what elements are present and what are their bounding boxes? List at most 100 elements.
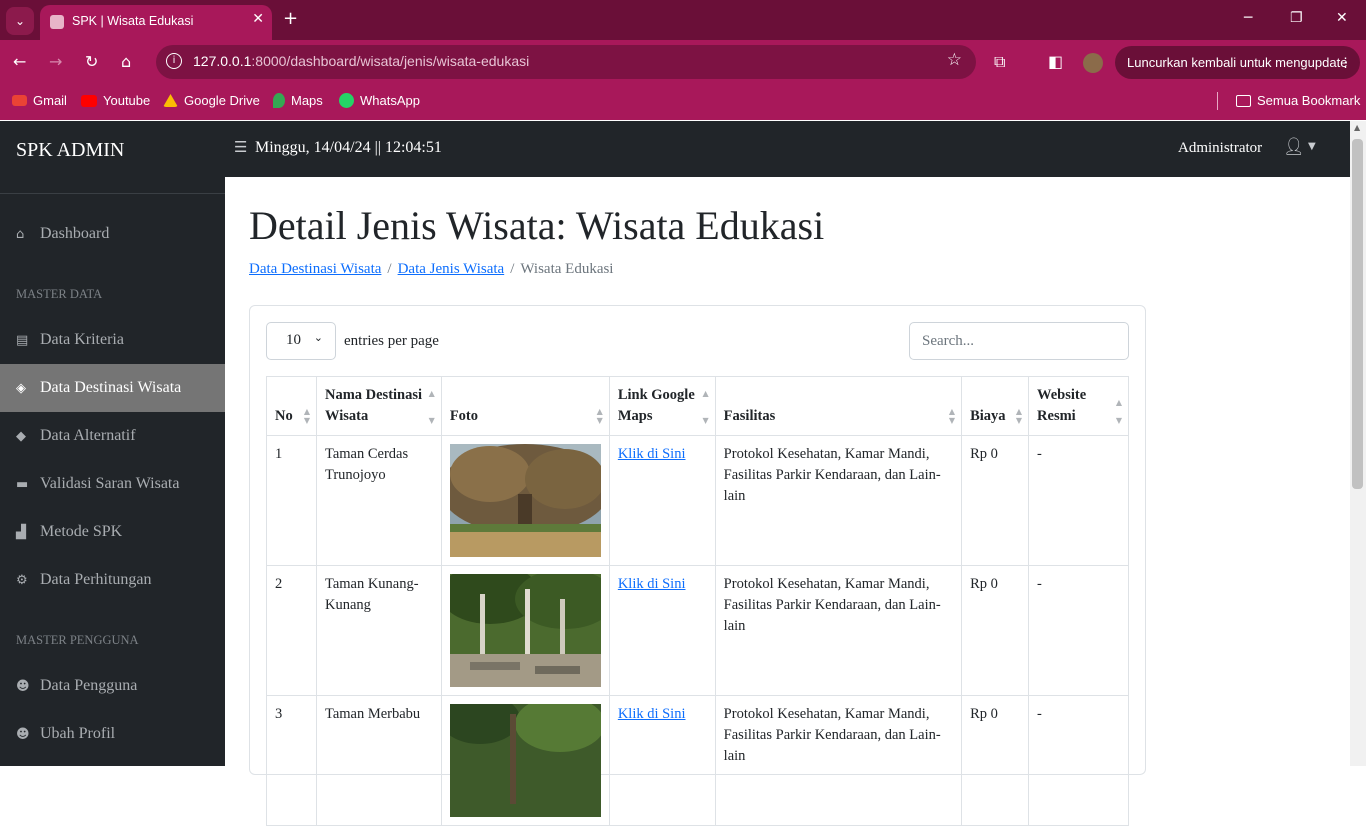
column-header-nama[interactable]: Nama Destinasi Wisata ▲ ▼	[315, 376, 442, 436]
column-header-website[interactable]: Website Resmi ▲ ▼	[1028, 376, 1129, 436]
relaunch-label: Luncurkan kembali untuk mengupdate	[1127, 55, 1348, 70]
site-info-icon[interactable]: i	[166, 53, 182, 69]
cell-facilities: Protokol Kesehatan, Kamar Mandi, Fasilit…	[714, 565, 963, 696]
forward-arrow-icon[interactable]: →	[49, 52, 62, 71]
new-tab-plus-icon[interactable]: +	[283, 8, 298, 29]
home-icon[interactable]: ⌂	[121, 52, 131, 71]
table-row: 2 Taman Kunang-Kunang Klik di Sini Proto…	[266, 565, 1129, 696]
cell-name: Taman Kunang-Kunang	[315, 565, 442, 696]
entries-per-page-label: entries per page	[344, 333, 439, 349]
search-input[interactable]	[909, 322, 1129, 360]
sort-icon: ▲ ▼	[596, 407, 603, 425]
chart-bars-icon: ▟	[16, 524, 26, 540]
maps-link[interactable]: Klik di Sini	[618, 706, 686, 722]
sidebar-item-data-destinasi-wisata[interactable]: ◈ Data Destinasi Wisata	[0, 364, 225, 412]
cell-link: Klik di Sini	[608, 565, 716, 696]
column-header-biaya[interactable]: Biaya ▲ ▼	[961, 376, 1030, 436]
destination-photo	[449, 704, 601, 817]
address-url[interactable]: 127.0.0.1:8000/dashboard/wisata/jenis/wi…	[193, 53, 529, 69]
breadcrumb-link-data-jenis-wisata[interactable]: Data Jenis Wisata	[398, 261, 505, 277]
cell-no: 2	[266, 565, 317, 696]
browser-tab[interactable]: SPK | Wisata Edukasi ✕	[40, 5, 272, 40]
entries-per-page-select[interactable]: 10 ⌄	[266, 322, 336, 360]
datetime-display: Minggu, 14/04/24 || 12:04:51	[255, 139, 442, 156]
cell-no: 1	[266, 435, 317, 566]
bookmark-google-drive[interactable]: Google Drive	[163, 93, 260, 108]
page-title: Detail Jenis Wisata: Wisata Edukasi	[249, 203, 825, 248]
sidebar-item-validasi-saran-wisata[interactable]: ▬ Validasi Saran Wisata	[0, 460, 225, 508]
reload-icon[interactable]: ↻	[85, 52, 98, 71]
breadcrumb-separator: /	[387, 261, 392, 277]
breadcrumb-link-data-destinasi-wisata[interactable]: Data Destinasi Wisata	[249, 261, 381, 277]
top-navbar: ☰ Minggu, 14/04/24 || 12:04:51 Administr…	[225, 121, 1350, 177]
sort-icon: ▲ ▼	[428, 389, 435, 425]
restore-icon[interactable]: ❐	[1290, 10, 1303, 26]
breadcrumb-current: Wisata Edukasi	[520, 261, 614, 277]
column-header-foto[interactable]: Foto ▲ ▼	[440, 376, 610, 436]
breadcrumb-separator: /	[510, 261, 515, 277]
cell-cost: Rp 0	[961, 435, 1030, 566]
bookmark-whatsapp[interactable]: WhatsApp	[339, 93, 420, 108]
chevron-down-icon: ⌄	[313, 331, 323, 344]
tab-search-chevron-icon[interactable]: ⌄	[6, 7, 34, 35]
address-bar[interactable]: i 127.0.0.1:8000/dashboard/wisata/jenis/…	[156, 45, 976, 79]
column-header-no[interactable]: No ▲ ▼	[266, 376, 317, 436]
bookmark-star-icon[interactable]: ☆	[947, 50, 962, 70]
gmail-icon	[12, 95, 27, 106]
scrollbar-thumb[interactable]	[1352, 139, 1363, 489]
cell-cost: Rp 0	[961, 695, 1030, 826]
profile-avatar[interactable]	[1083, 53, 1103, 73]
google-drive-icon	[163, 94, 178, 107]
cell-link: Klik di Sini	[608, 695, 716, 826]
sort-icon: ▲ ▼	[702, 389, 709, 425]
table-row: 1 Taman Cerdas Trunojoyo Klik di Sini Pr…	[266, 435, 1129, 566]
sort-icon: ▲ ▼	[1115, 398, 1122, 425]
scroll-up-icon[interactable]: ▲	[1354, 123, 1360, 132]
bookmark-youtube[interactable]: Youtube	[81, 93, 150, 108]
all-bookmarks-folder[interactable]: Semua Bookmark	[1236, 93, 1360, 108]
minimize-icon[interactable]: ─	[1244, 10, 1252, 26]
table-row: 3 Taman Merbabu Klik di Sini Protokol Ke…	[266, 695, 1129, 826]
bookmark-gmail[interactable]: Gmail	[12, 93, 67, 108]
sidebar-item-data-alternatif[interactable]: ◆ Data Alternatif	[0, 412, 225, 460]
sidebar-item-data-kriteria[interactable]: ▤ Data Kriteria	[0, 316, 225, 364]
tab-title: SPK | Wisata Edukasi	[72, 14, 194, 28]
table-header-row: No ▲ ▼ Nama Destinasi Wisata ▲ ▼ Foto ▲ ▼ Link…	[266, 376, 1129, 436]
divider	[0, 193, 225, 194]
extensions-puzzle-icon[interactable]: ⧉	[994, 52, 1005, 72]
sort-icon: ▲ ▼	[1015, 407, 1023, 425]
bookmark-maps[interactable]: Maps	[273, 93, 323, 108]
sidebar-item-ubah-profil[interactable]: ☻ Ubah Profil	[0, 710, 225, 758]
kebab-menu-icon[interactable]: ⋮	[1339, 46, 1352, 79]
user-icon[interactable]: 👤︎	[1283, 137, 1305, 157]
column-header-link[interactable]: Link Google Maps ▲ ▼	[608, 376, 716, 436]
folder-icon	[1236, 94, 1251, 107]
column-header-fasilitas[interactable]: Fasilitas ▲ ▼	[714, 376, 963, 436]
sidebar: SPK ADMIN ⌂ Dashboard MASTER DATA ▤ Data K…	[0, 121, 225, 766]
relaunch-update-button[interactable]: Luncurkan kembali untuk mengupdate ⋮	[1115, 46, 1360, 79]
destination-photo	[449, 444, 601, 557]
sidebar-item-data-perhitungan[interactable]: ⚙ Data Perhitungan	[0, 556, 225, 604]
sidebar-item-data-pengguna[interactable]: ☻ Data Pengguna	[0, 662, 225, 710]
cell-no: 3	[266, 695, 317, 826]
sidebar-item-dashboard[interactable]: ⌂ Dashboard	[0, 210, 225, 258]
cell-name: Taman Cerdas Trunojoyo	[315, 435, 442, 566]
cell-website: -	[1028, 435, 1129, 566]
sort-icon: ▲ ▼	[303, 407, 310, 425]
caret-down-icon[interactable]: ▼	[1308, 141, 1316, 152]
maps-link[interactable]: Klik di Sini	[618, 576, 686, 592]
breadcrumb: Data Destinasi Wisata / Data Jenis Wisata /…	[249, 261, 613, 278]
home-icon: ⌂	[16, 226, 25, 242]
back-arrow-icon[interactable]: ←	[13, 52, 26, 71]
maps-link[interactable]: Klik di Sini	[618, 446, 686, 462]
side-panel-icon[interactable]: ◧	[1048, 52, 1063, 71]
cell-website: -	[1028, 565, 1129, 696]
cell-photo	[440, 435, 610, 566]
brand[interactable]: SPK ADMIN	[16, 139, 124, 162]
favicon-icon	[50, 15, 64, 29]
tab-close-icon[interactable]: ✕	[252, 11, 264, 27]
sort-icon: ▲ ▼	[948, 407, 956, 425]
window-close-icon[interactable]: ✕	[1336, 10, 1348, 26]
sidebar-item-metode-spk[interactable]: ▟ Metode SPK	[0, 508, 225, 556]
hamburger-menu-icon[interactable]: ☰	[234, 138, 247, 156]
